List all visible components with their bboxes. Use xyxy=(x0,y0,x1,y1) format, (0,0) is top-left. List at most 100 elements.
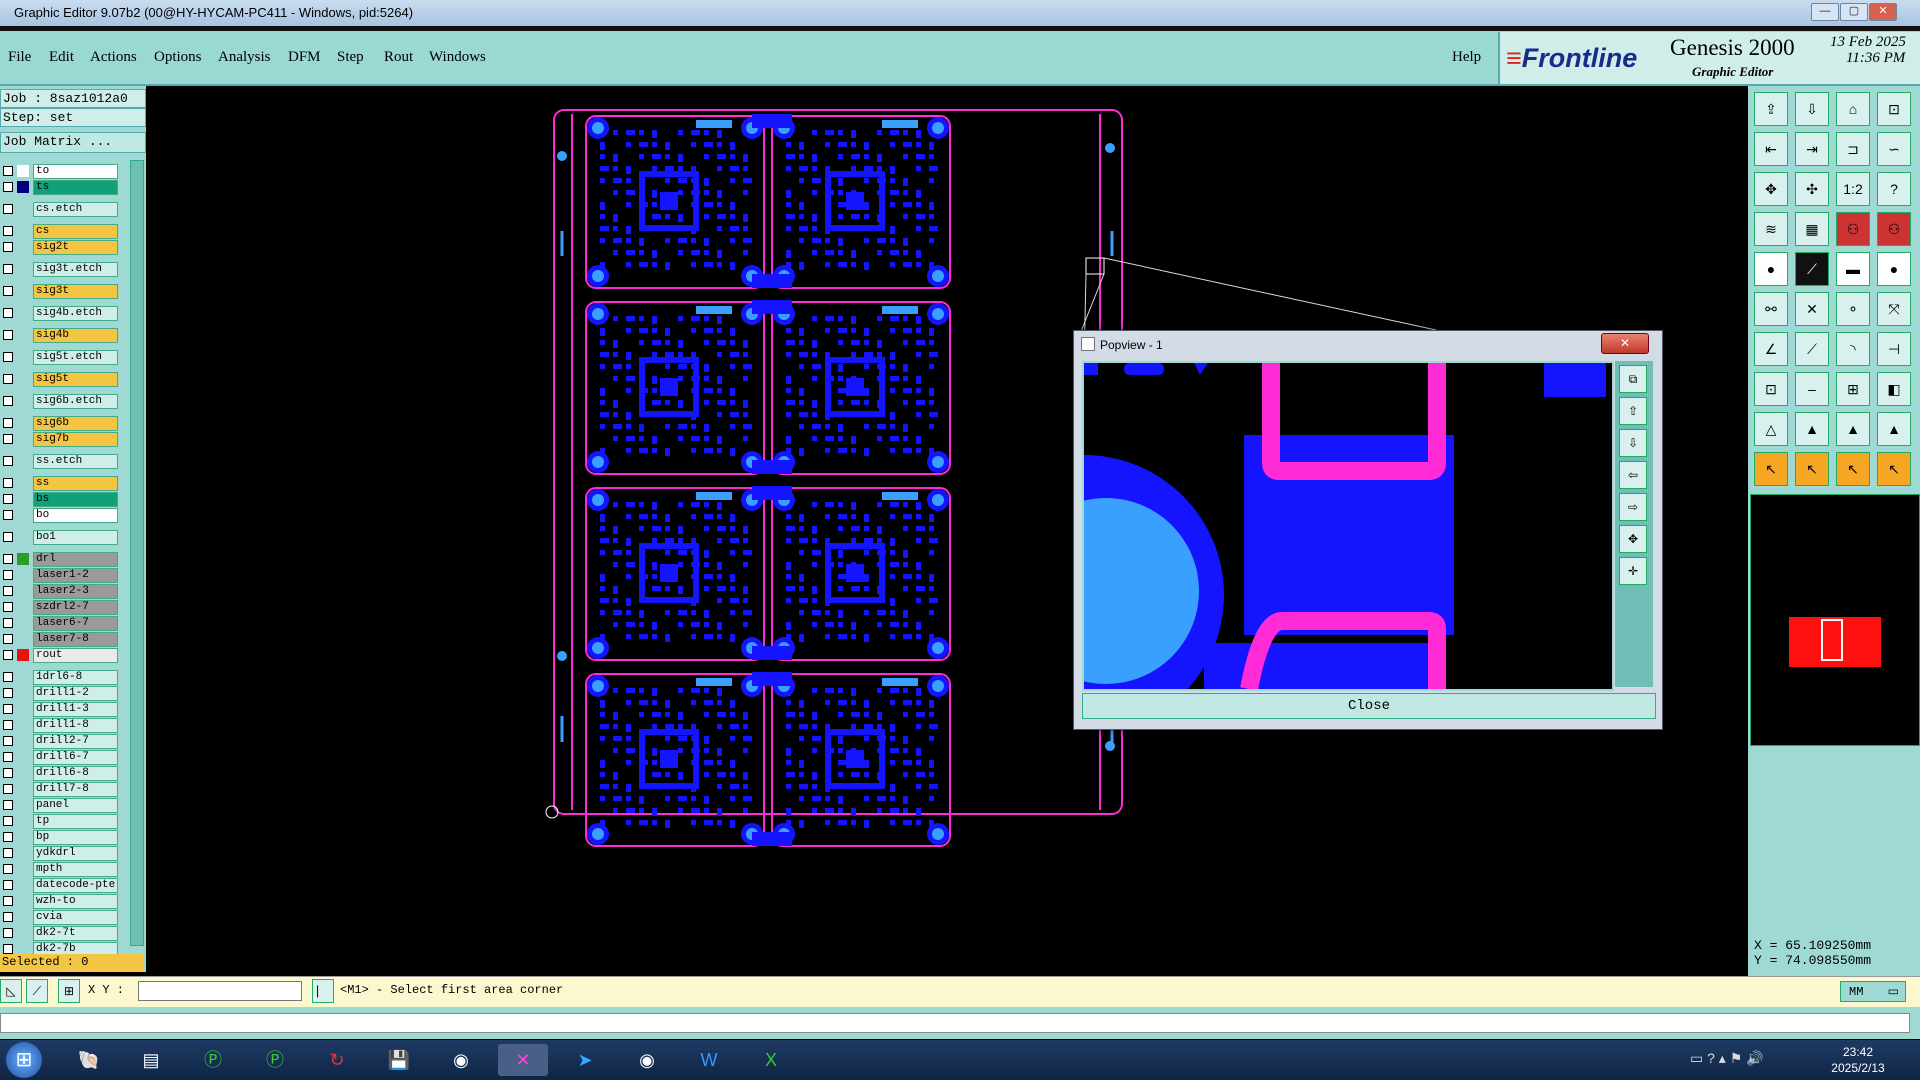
layer-name[interactable]: drl xyxy=(33,552,118,567)
layer-name[interactable]: wzh-to xyxy=(33,894,118,909)
layer-name[interactable]: sig2t xyxy=(33,240,118,255)
layer-checkbox[interactable] xyxy=(3,264,13,274)
close-window-button[interactable]: ✕ xyxy=(1869,3,1897,21)
excel-app-icon[interactable]: X xyxy=(746,1044,796,1076)
layer-row-rout[interactable]: rout xyxy=(0,648,118,663)
genesis-app-icon[interactable]: ✕ xyxy=(498,1044,548,1076)
layer-checkbox[interactable] xyxy=(3,396,13,406)
layer-name[interactable]: sig7b xyxy=(33,432,118,447)
popview-canvas[interactable] xyxy=(1082,361,1614,691)
tray-icons[interactable]: ▭ ? ▴ ⚑ 🔊 xyxy=(1690,1050,1764,1067)
layer-checkbox[interactable] xyxy=(3,330,13,340)
scale-1-2-icon[interactable]: 1:2 xyxy=(1836,172,1870,206)
layer-name[interactable]: bo xyxy=(33,508,118,523)
layer-checkbox[interactable] xyxy=(3,374,13,384)
line-slash-icon[interactable]: ⟋ xyxy=(1795,252,1829,286)
menu-dfm[interactable]: DFM xyxy=(288,49,321,66)
layer-checkbox[interactable] xyxy=(3,688,13,698)
layer-name[interactable]: cvia xyxy=(33,910,118,925)
layer-row-datecode-pte[interactable]: datecode-pte xyxy=(0,878,118,893)
zoom-home-icon[interactable]: ⇪ xyxy=(1754,92,1788,126)
layer-checkbox[interactable] xyxy=(3,478,13,488)
pan-right-icon[interactable]: ⇥ xyxy=(1795,132,1829,166)
select-4-icon[interactable]: ↖ xyxy=(1877,452,1911,486)
layer-row-szdrl2-7[interactable]: szdrl2-7 xyxy=(0,600,118,615)
ruler-icon[interactable]: ▬ xyxy=(1836,252,1870,286)
minimize-button[interactable]: — xyxy=(1811,3,1839,21)
cam-app-2-icon[interactable]: ◉ xyxy=(622,1044,672,1076)
zoom-out-icon[interactable]: ✣ xyxy=(1795,172,1829,206)
layer-name[interactable]: drill1-8 xyxy=(33,718,118,733)
layer-checkbox[interactable] xyxy=(3,768,13,778)
select-2-icon[interactable]: ↖ xyxy=(1795,452,1829,486)
overview-view-box[interactable] xyxy=(1821,619,1843,661)
popview-pan-right-icon[interactable]: ⇨ xyxy=(1619,493,1647,521)
layer-row-laser7-8[interactable]: laser7-8 xyxy=(0,632,118,647)
maximize-button[interactable]: ▢ xyxy=(1840,3,1868,21)
layer-row-mpth[interactable]: mpth xyxy=(0,862,118,877)
pad-icon[interactable]: ● xyxy=(1754,252,1788,286)
layer-checkbox[interactable] xyxy=(3,896,13,906)
cam-app-icon[interactable]: ◉ xyxy=(436,1044,486,1076)
p-app-2-icon[interactable]: Ⓟ xyxy=(250,1044,300,1076)
zoom-in-icon[interactable]: ✥ xyxy=(1754,172,1788,206)
layer-checkbox[interactable] xyxy=(3,928,13,938)
popview-window[interactable]: Popview - 1 ✕ ⧉ ⇧ ⇩ ⇦ ⇨ ✥ ✛ Close xyxy=(1073,330,1663,730)
layer-checkbox[interactable] xyxy=(3,618,13,628)
layer-row-sig2t[interactable]: sig2t xyxy=(0,240,118,255)
layer-name[interactable]: drill7-8 xyxy=(33,782,118,797)
layer-checkbox[interactable] xyxy=(3,944,13,954)
layer-row-sig3t[interactable]: sig3t xyxy=(0,284,118,299)
layer-checkbox[interactable] xyxy=(3,816,13,826)
layer-checkbox[interactable] xyxy=(3,848,13,858)
layer-checkbox[interactable] xyxy=(3,166,13,176)
layer-row-to[interactable]: to xyxy=(0,164,118,179)
layer-checkbox[interactable] xyxy=(3,650,13,660)
triangle-4-icon[interactable]: ▲ xyxy=(1877,412,1911,446)
snap-mode-icon[interactable]: ◺ xyxy=(0,979,22,1003)
layer-list-scrollbar[interactable] xyxy=(130,160,144,946)
net-icon[interactable]: ⚇ xyxy=(1836,212,1870,246)
layer-row-wzh-to[interactable]: wzh-to xyxy=(0,894,118,909)
popview-zoom-out-icon[interactable]: ⇩ xyxy=(1619,429,1647,457)
layer-name[interactable]: sig3t xyxy=(33,284,118,299)
xy-input[interactable] xyxy=(138,981,302,1001)
layer-checkbox[interactable] xyxy=(3,352,13,362)
help-icon[interactable]: ? xyxy=(1877,172,1911,206)
layer-row-drill1-3[interactable]: drill1-3 xyxy=(0,702,118,717)
layer-checkbox[interactable] xyxy=(3,800,13,810)
layer-color-swatch[interactable] xyxy=(17,553,29,565)
layer-name[interactable]: drill2-7 xyxy=(33,734,118,749)
layer-row-drill6-8[interactable]: drill6-8 xyxy=(0,766,118,781)
popview-home-icon[interactable]: ✛ xyxy=(1619,557,1647,585)
layer-row-ydkdrl[interactable]: ydkdrl xyxy=(0,846,118,861)
layer-checkbox[interactable] xyxy=(3,736,13,746)
fit-window-icon[interactable]: ⊡ xyxy=(1877,92,1911,126)
layer-name[interactable]: drill6-8 xyxy=(33,766,118,781)
menu-windows[interactable]: Windows xyxy=(429,49,486,66)
cross-icon[interactable]: ✕ xyxy=(1795,292,1829,326)
job-matrix-button[interactable]: Job Matrix ... xyxy=(0,132,146,153)
layer-row-cs.etch[interactable]: cs.etch xyxy=(0,202,118,217)
layer-row-sig4b.etch[interactable]: sig4b.etch xyxy=(0,306,118,321)
layer-name[interactable]: sig4b xyxy=(33,328,118,343)
popview-zoom-window-icon[interactable]: ⧉ xyxy=(1619,365,1647,393)
snap-icon[interactable]: ∽ xyxy=(1877,132,1911,166)
g-app-icon[interactable]: ↻ xyxy=(312,1044,362,1076)
layer-row-sig7b[interactable]: sig7b xyxy=(0,432,118,447)
start-button[interactable]: ⊞ xyxy=(6,1042,42,1078)
menu-help[interactable]: Help xyxy=(1452,49,1481,66)
split-icon[interactable]: ⤧ xyxy=(1877,292,1911,326)
layer-checkbox[interactable] xyxy=(3,602,13,612)
overview-window[interactable] xyxy=(1750,494,1920,746)
triangle-3-icon[interactable]: ▲ xyxy=(1836,412,1870,446)
layer-name[interactable]: laser6-7 xyxy=(33,616,118,631)
word-app-icon[interactable]: W xyxy=(684,1044,734,1076)
layer-row-ts[interactable]: ts xyxy=(0,180,118,195)
popview-close-button[interactable]: Close xyxy=(1082,693,1656,719)
slope-icon[interactable]: ⟋ xyxy=(1795,332,1829,366)
layers-icon[interactable]: ≋ xyxy=(1754,212,1788,246)
layer-checkbox[interactable] xyxy=(3,752,13,762)
layer-name[interactable]: tp xyxy=(33,814,118,829)
taskbar-clock[interactable]: 23:42 2025/2/13 xyxy=(1818,1044,1898,1076)
